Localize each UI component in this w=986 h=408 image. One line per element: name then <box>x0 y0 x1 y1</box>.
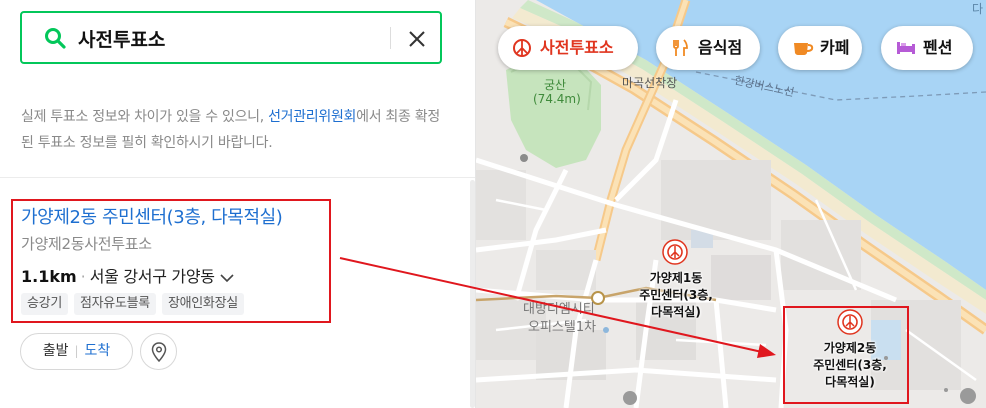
notice-text: 실제 투표소 정보와 차이가 있을 수 있으니, 선거관리위원회에서 최종 확정… <box>21 104 451 156</box>
location-pin-icon <box>151 342 167 362</box>
search-divider <box>390 27 391 49</box>
map-label-gungsan-height: (74.4m) <box>533 92 581 106</box>
chip-pension[interactable]: 펜션 <box>881 26 973 70</box>
election-commission-link[interactable]: 선거관리위원회 <box>268 109 356 125</box>
result-highlight-box <box>11 199 331 323</box>
bed-icon <box>897 42 915 54</box>
search-input[interactable] <box>78 24 398 52</box>
depart-button[interactable]: 출발 <box>43 343 69 359</box>
vote-icon <box>513 39 531 57</box>
map-label-magok-dock: 마곡선착장 <box>622 76 678 90</box>
map-label-officetel: 오피스텔1차 <box>528 320 597 335</box>
cup-icon <box>794 43 814 55</box>
chip-vote-place[interactable]: 사전투표소 <box>498 26 638 70</box>
search-panel: 실제 투표소 정보와 차이가 있을 수 있으니, 선거관리위원회에서 최종 확정… <box>0 0 476 408</box>
route-button[interactable]: 출발 | 도착 <box>20 333 133 370</box>
search-box[interactable] <box>20 11 442 64</box>
chip-label: 사전투표소 <box>540 38 614 57</box>
scrollbar[interactable] <box>470 180 475 408</box>
poi-highlight-box <box>783 306 909 404</box>
arrive-button[interactable]: 도착 <box>85 343 111 359</box>
result-item[interactable]: 가양제2동 주민센터(3층, 다목적실) 가양제2동사전투표소 1.1km · 서울… <box>0 178 475 408</box>
notice-text-part: 실제 투표소 정보와 차이가 있을 수 있으니, <box>21 109 269 125</box>
fork-knife-icon <box>673 39 688 56</box>
chip-label: 펜션 <box>923 38 953 57</box>
search-icon <box>45 28 66 49</box>
vote-marker-icon[interactable] <box>661 238 689 266</box>
route-divider: | <box>74 344 79 358</box>
map-label-gungsan: 궁산 <box>544 78 567 92</box>
poi-label-line: 가양제1동 <box>649 271 703 285</box>
poi-label-line: 주민센터(3층, <box>639 288 713 302</box>
clear-icon[interactable] <box>404 26 430 52</box>
chip-cafe[interactable]: 카페 <box>778 26 862 70</box>
poi-label-gayang1[interactable]: 가양제1동 주민센터(3층, 다목적실) <box>626 270 726 321</box>
location-pin-button[interactable] <box>140 333 177 370</box>
poi-label-line: 다목적실) <box>651 305 701 319</box>
chip-restaurant[interactable]: 음식점 <box>656 26 760 70</box>
chip-label: 카페 <box>820 38 850 57</box>
chip-label: 음식점 <box>698 38 743 57</box>
map-label-corner: 다 <box>972 2 984 16</box>
map-view[interactable]: 궁산 (74.4m) 마곡선착장 한강버스노선 대방디엠시티 오피스텔1차 다 … <box>476 0 986 408</box>
map-label-daebang: 대방디엠시티 <box>523 302 595 317</box>
